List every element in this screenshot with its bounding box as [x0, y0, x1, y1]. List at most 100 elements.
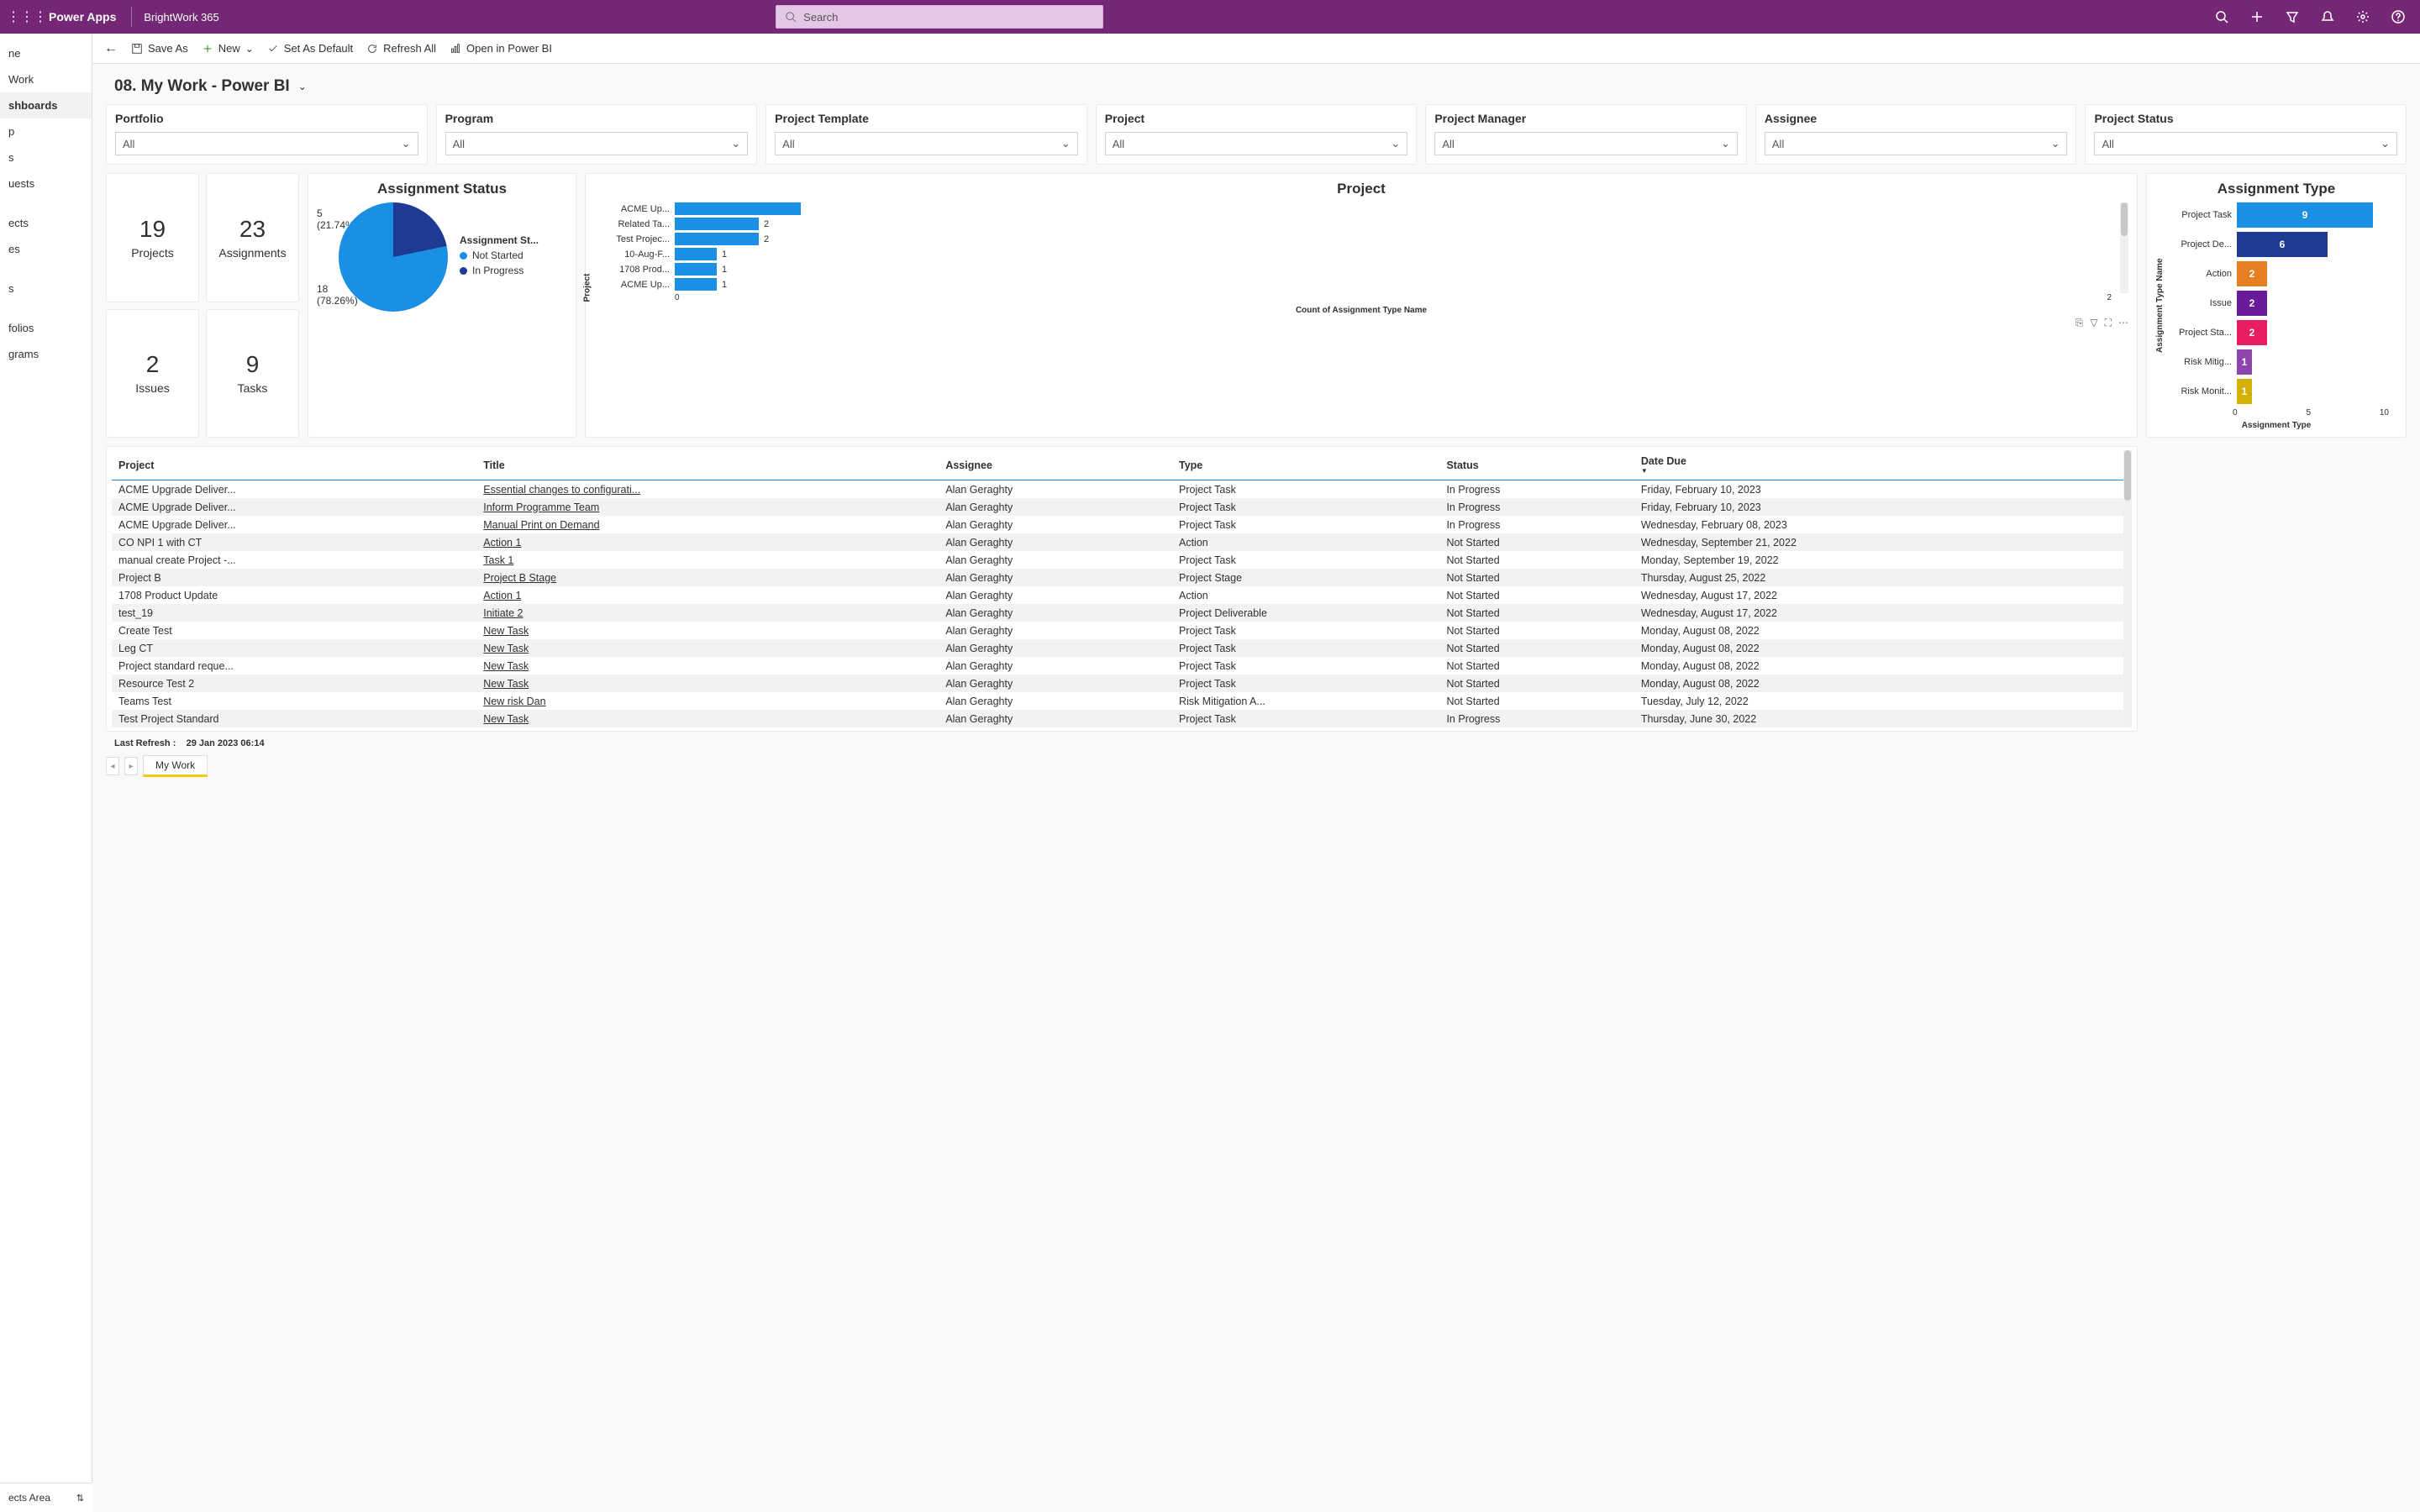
save-as-button[interactable]: Save As	[131, 42, 188, 55]
filter-dropdown[interactable]: All⌄	[1434, 132, 1738, 155]
table-row[interactable]: Teams TestNew risk DanAlan GeraghtyRisk …	[112, 692, 2123, 710]
filter-dropdown[interactable]: All⌄	[1105, 132, 1408, 155]
table-cell[interactable]: Inform Programme Team	[476, 498, 939, 516]
bar-row[interactable]: ACME Up...	[606, 202, 2120, 215]
filter-dropdown[interactable]: All⌄	[445, 132, 749, 155]
bar-row[interactable]: Project Sta...2	[2165, 320, 2397, 345]
view-selector-chevron-icon[interactable]: ⌄	[298, 81, 307, 92]
legend-item-in-progress[interactable]: In Progress	[460, 265, 552, 276]
app-launcher-icon[interactable]: ⋮⋮⋮	[7, 8, 40, 25]
set-default-button[interactable]: Set As Default	[267, 42, 353, 55]
kpi-card[interactable]: 19Projects	[106, 173, 199, 302]
open-powerbi-button[interactable]: Open in Power BI	[450, 42, 552, 55]
focus-icon[interactable]: ⛶	[2105, 317, 2112, 329]
table-row[interactable]: ACME Upgrade Deliver...Inform Programme …	[112, 498, 2123, 516]
table-cell[interactable]: Manual Print on Demand	[476, 516, 939, 533]
table-row[interactable]: CO NPI 1 with CTAction 1Alan GeraghtyAct…	[112, 533, 2123, 551]
bar-row[interactable]: Risk Monit...1	[2165, 379, 2397, 404]
copy-icon[interactable]: ⎘	[2075, 317, 2084, 329]
assignments-table[interactable]: ProjectTitleAssigneeTypeStatusDate Due▼ …	[112, 450, 2123, 727]
bar-row[interactable]: Action2	[2165, 261, 2397, 286]
sidebar-item[interactable]: folios	[0, 315, 92, 341]
bar-row[interactable]: Test Projec...2	[606, 233, 2120, 245]
table-row[interactable]: ACME Upgrade Deliver...Manual Print on D…	[112, 516, 2123, 533]
kpi-card[interactable]: 2Issues	[106, 309, 199, 438]
search-icon-btn[interactable]	[2207, 0, 2237, 34]
column-header[interactable]: Title	[476, 450, 939, 480]
table-row[interactable]: Create TestNew TaskAlan GeraghtyProject …	[112, 622, 2123, 639]
column-header[interactable]: Status	[1439, 450, 1634, 480]
column-header[interactable]: Date Due▼	[1634, 450, 2123, 480]
back-button[interactable]: ←	[104, 41, 118, 56]
sidebar-item[interactable]: ne	[0, 40, 92, 66]
bar-row[interactable]: Project De...6	[2165, 232, 2397, 257]
filter-dropdown[interactable]: All⌄	[1765, 132, 2068, 155]
add-icon[interactable]	[2242, 0, 2272, 34]
filter-dropdown[interactable]: All⌄	[775, 132, 1078, 155]
bar-row[interactable]: Project Task9	[2165, 202, 2397, 228]
bar-row[interactable]: 10-Aug-F...1	[606, 248, 2120, 260]
table-row[interactable]: Test Project StandardNew TaskAlan Geragh…	[112, 710, 2123, 727]
sidebar-item[interactable]: ects	[0, 210, 92, 236]
column-header[interactable]: Project	[112, 450, 476, 480]
filter-icon[interactable]: ▽	[2090, 317, 2097, 329]
sidebar-item[interactable]	[0, 262, 92, 276]
bar-row[interactable]: Related Ta...2	[606, 218, 2120, 230]
table-cell[interactable]: Initiate 2	[476, 604, 939, 622]
table-cell[interactable]: New Task	[476, 710, 939, 727]
settings-icon[interactable]	[2348, 0, 2378, 34]
search-input[interactable]: Search	[776, 5, 1103, 29]
sidebar-item[interactable]: p	[0, 118, 92, 144]
table-row[interactable]: Project BProject B StageAlan GeraghtyPro…	[112, 569, 2123, 586]
table-cell[interactable]: Action 1	[476, 586, 939, 604]
more-icon[interactable]: ⋯	[2118, 317, 2128, 329]
kpi-card[interactable]: 23Assignments	[206, 173, 299, 302]
environment-name[interactable]: BrightWork 365	[139, 11, 224, 24]
bar-row[interactable]: 1708 Prod...1	[606, 263, 2120, 276]
sidebar-item[interactable]	[0, 302, 92, 315]
bar-row[interactable]: ACME Up...1	[606, 278, 2120, 291]
table-row[interactable]: Project standard reque...New TaskAlan Ge…	[112, 657, 2123, 675]
table-row[interactable]: Leg CTNew TaskAlan GeraghtyProject TaskN…	[112, 639, 2123, 657]
bar-row[interactable]: Risk Mitig...1	[2165, 349, 2397, 375]
table-cell[interactable]: Action 1	[476, 533, 939, 551]
filter-dropdown[interactable]: All⌄	[115, 132, 418, 155]
sidebar-item[interactable]: Work	[0, 66, 92, 92]
table-cell[interactable]: New Task	[476, 657, 939, 675]
table-cell[interactable]: Project B Stage	[476, 569, 939, 586]
table-cell[interactable]: New Task	[476, 639, 939, 657]
scrollbar[interactable]	[2123, 450, 2132, 727]
table-cell[interactable]: New Task	[476, 675, 939, 692]
table-row[interactable]: manual create Project -...Task 1Alan Ger…	[112, 551, 2123, 569]
notification-icon[interactable]	[2312, 0, 2343, 34]
table-cell[interactable]: Essential changes to configurati...	[476, 480, 939, 499]
new-button[interactable]: New ⌄	[202, 42, 254, 55]
sidebar-item[interactable]: s	[0, 144, 92, 171]
sidebar-item[interactable]: uests	[0, 171, 92, 197]
table-row[interactable]: test_19Initiate 2Alan GeraghtyProject De…	[112, 604, 2123, 622]
sidebar-item[interactable]: es	[0, 236, 92, 262]
sidebar-item[interactable]	[0, 197, 92, 210]
refresh-all-button[interactable]: Refresh All	[366, 42, 436, 55]
table-row[interactable]: ACME Upgrade Deliver...Essential changes…	[112, 480, 2123, 499]
sheet-tab-my-work[interactable]: My Work	[143, 755, 208, 777]
legend-item-not-started[interactable]: Not Started	[460, 249, 552, 261]
filter-icon[interactable]	[2277, 0, 2307, 34]
kpi-card[interactable]: 9Tasks	[206, 309, 299, 438]
table-row[interactable]: 1708 Product UpdateAction 1Alan Geraghty…	[112, 586, 2123, 604]
help-icon[interactable]	[2383, 0, 2413, 34]
scrollbar[interactable]	[2120, 202, 2128, 293]
sidebar-item[interactable]: shboards	[0, 92, 92, 118]
bar-row[interactable]: Issue2	[2165, 291, 2397, 316]
tab-next[interactable]: ▸	[124, 757, 138, 775]
sidebar-item[interactable]: s	[0, 276, 92, 302]
table-cell[interactable]: New risk Dan	[476, 692, 939, 710]
tab-prev[interactable]: ◂	[106, 757, 119, 775]
column-header[interactable]: Type	[1172, 450, 1439, 480]
column-header[interactable]: Assignee	[939, 450, 1172, 480]
filter-dropdown[interactable]: All⌄	[2094, 132, 2397, 155]
table-cell[interactable]: New Task	[476, 622, 939, 639]
sidebar-item[interactable]: grams	[0, 341, 92, 367]
table-row[interactable]: Resource Test 2New TaskAlan GeraghtyProj…	[112, 675, 2123, 692]
nav-area-switcher[interactable]: ects Area ⇅	[0, 1483, 92, 1512]
